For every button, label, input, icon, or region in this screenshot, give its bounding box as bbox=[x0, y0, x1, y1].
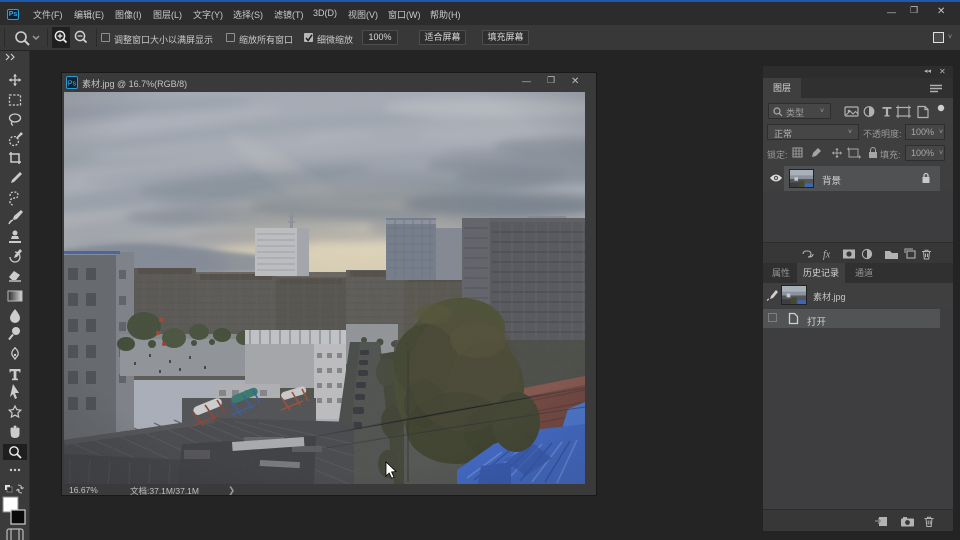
svg-text:Ps: Ps bbox=[68, 81, 77, 88]
svg-text:fx: fx bbox=[823, 250, 831, 261]
